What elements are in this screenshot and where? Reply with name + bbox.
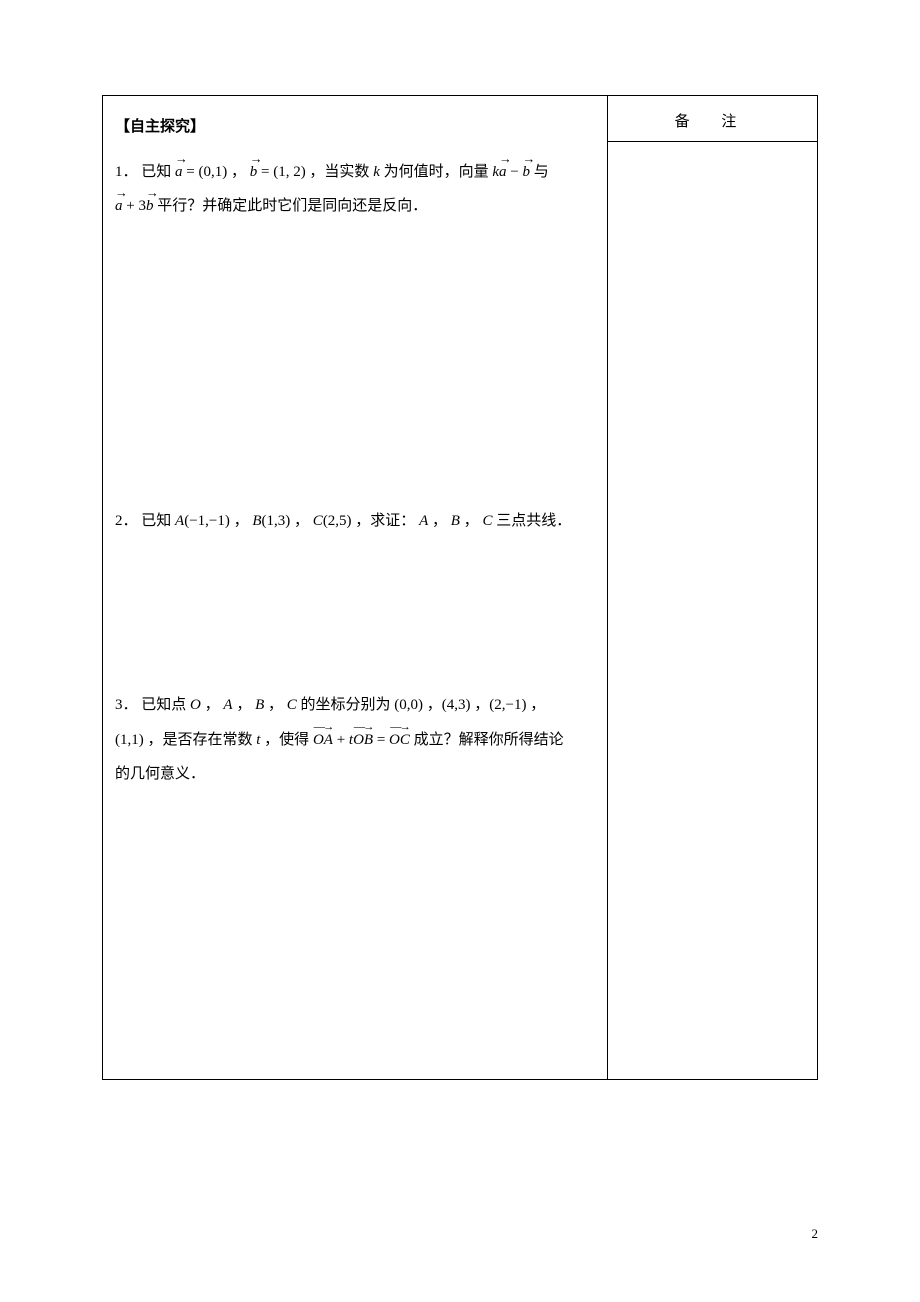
text: ，使得 bbox=[264, 732, 313, 748]
sep: ， bbox=[432, 513, 451, 529]
coords: 的坐标分别为 (0,0) ，(4,3) ，(2,−1) ， bbox=[301, 697, 546, 713]
var-A: A bbox=[419, 513, 428, 529]
vector-a: →a bbox=[175, 155, 183, 190]
page-number: 2 bbox=[812, 1226, 819, 1242]
problem-number: 3． bbox=[115, 697, 138, 713]
text: 平行？并确定此时它们是同向还是反向． bbox=[157, 198, 427, 214]
problem-number: 2． bbox=[115, 513, 138, 529]
coords: (1,3) ， bbox=[262, 513, 313, 529]
page-container: 【自主探究】 1． 已知 →a = (0,1) ， →b = (1, 2) ，当… bbox=[0, 0, 920, 1302]
coords: (−1,−1) ， bbox=[184, 513, 252, 529]
section-title: 【自主探究】 bbox=[115, 110, 591, 145]
problem-number: 1． bbox=[115, 164, 138, 180]
var-C: C bbox=[287, 697, 297, 713]
var-C: C bbox=[482, 513, 492, 529]
problem-1: 1． 已知 →a = (0,1) ， →b = (1, 2) ，当实数 k 为何… bbox=[115, 155, 591, 224]
notes-column: 备 注 bbox=[608, 96, 817, 1079]
text: + 3 bbox=[126, 198, 146, 214]
text: 成立？解释你所得结论 bbox=[414, 732, 564, 748]
vector-b: →b bbox=[250, 155, 258, 190]
vector-a: →a bbox=[499, 155, 507, 190]
var-B: B bbox=[255, 697, 264, 713]
problem-3: 3． 已知点 O ， A ， B ， C 的坐标分别为 (0,0) ，(4,3)… bbox=[115, 688, 591, 792]
text: 已知点 bbox=[141, 697, 190, 713]
plus: + bbox=[337, 732, 349, 748]
text: = (0,1) ， bbox=[186, 164, 249, 180]
text: 为何值时，向量 bbox=[384, 164, 493, 180]
text: 已知 bbox=[141, 164, 175, 180]
notes-header: 备 注 bbox=[608, 96, 817, 142]
problem-2: 2． 已知 A(−1,−1) ， B(1,3) ， C(2,5) ，求证： A … bbox=[115, 504, 591, 539]
vector-OA: —→OA bbox=[313, 723, 333, 758]
text: 的几何意义． bbox=[115, 766, 205, 782]
var-A: A bbox=[175, 513, 184, 529]
vector-a: →a bbox=[115, 189, 123, 224]
sep: ， bbox=[205, 697, 224, 713]
equals: = bbox=[377, 732, 389, 748]
vector-OB: —→OB bbox=[353, 723, 373, 758]
minus: − bbox=[510, 164, 522, 180]
vector-OC: —→OC bbox=[389, 723, 410, 758]
var-t: t bbox=[256, 732, 260, 748]
var-k: k bbox=[373, 164, 380, 180]
text: = (1, 2) ，当实数 bbox=[261, 164, 373, 180]
var-O: O bbox=[190, 697, 201, 713]
var-k: k bbox=[492, 164, 499, 180]
main-content-column: 【自主探究】 1． 已知 →a = (0,1) ， →b = (1, 2) ，当… bbox=[103, 96, 608, 1079]
text: 与 bbox=[534, 164, 549, 180]
coords: (1,1) ，是否存在常数 bbox=[115, 732, 256, 748]
text: 已知 bbox=[141, 513, 175, 529]
var-A: A bbox=[223, 697, 232, 713]
sep: ， bbox=[236, 697, 255, 713]
content-table: 【自主探究】 1． 已知 →a = (0,1) ， →b = (1, 2) ，当… bbox=[102, 95, 818, 1080]
var-B: B bbox=[252, 513, 261, 529]
sep: ， bbox=[268, 697, 287, 713]
text: 三点共线． bbox=[496, 513, 571, 529]
coords: (2,5) ，求证： bbox=[323, 513, 419, 529]
var-B: B bbox=[451, 513, 460, 529]
var-C: C bbox=[313, 513, 323, 529]
sep: ， bbox=[464, 513, 483, 529]
notes-body bbox=[608, 142, 817, 1079]
vector-b: →b bbox=[146, 189, 154, 224]
vector-b: →b bbox=[523, 155, 531, 190]
